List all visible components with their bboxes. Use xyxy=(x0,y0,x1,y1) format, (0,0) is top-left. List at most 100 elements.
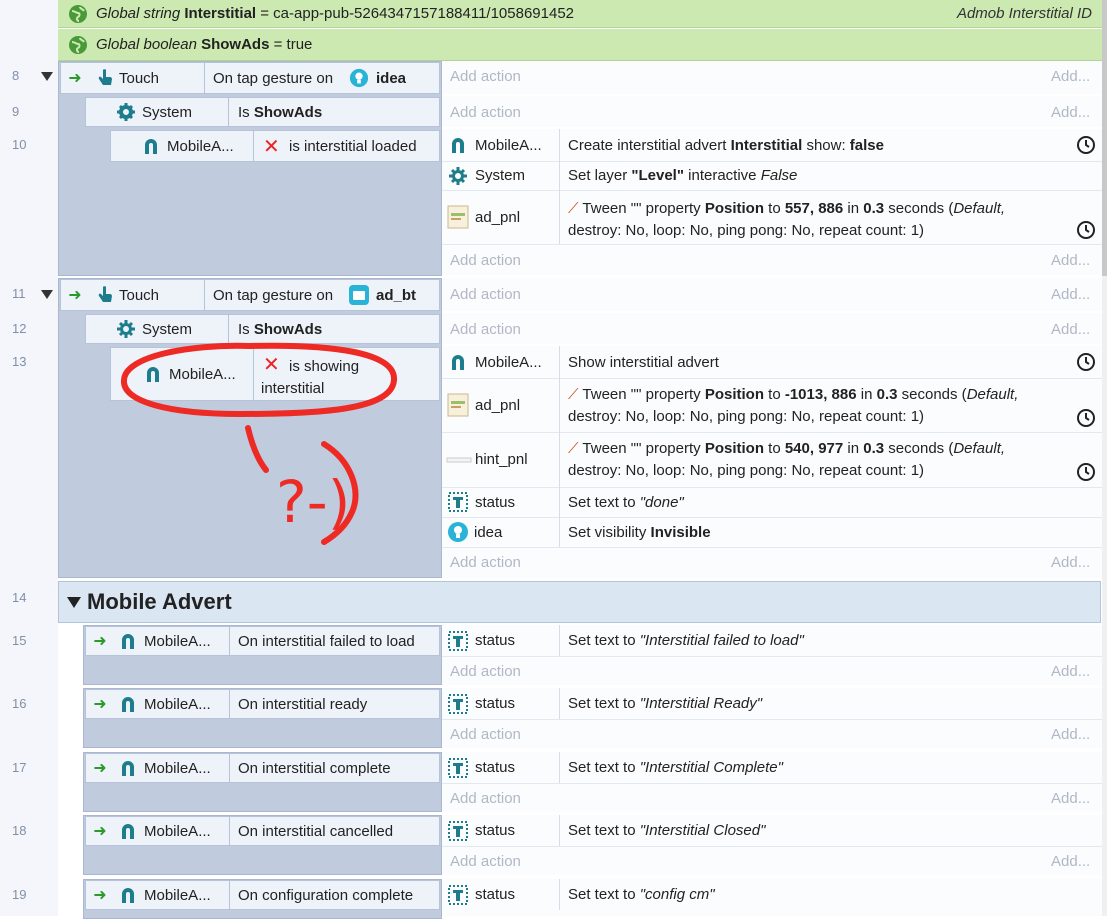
action-param: "done" xyxy=(639,493,684,511)
action-set-text-ready[interactable]: status Set text to "Interstitial Ready" xyxy=(442,688,1102,719)
condition-text: On tap gesture on xyxy=(213,286,334,304)
add-dots-link[interactable]: Add... xyxy=(1051,554,1090,571)
condition-variable: ShowAds xyxy=(253,103,323,121)
add-dots-link[interactable]: Add... xyxy=(1051,790,1090,807)
add-action-link[interactable]: Add action xyxy=(450,790,521,807)
action-tween-ad-pnl[interactable]: ad_pnl ⟋ Tween "" property Position to 5… xyxy=(442,190,1102,244)
add-dots-link[interactable]: Add... xyxy=(1051,726,1090,743)
action-tween-hint-pnl[interactable]: hint_pnl ⟋ Tween "" property Position to… xyxy=(442,432,1102,487)
action-text: Set text to xyxy=(568,632,636,649)
mobile-advert-icon xyxy=(118,758,138,778)
condition-text: On interstitial cancelled xyxy=(238,822,394,840)
global-variable-interstitial[interactable]: Global string Interstitial = ca-app-pub-… xyxy=(58,0,1102,28)
action-param: False xyxy=(760,167,798,184)
mobile-advert-icon xyxy=(118,694,138,714)
add-action-link[interactable]: Add action xyxy=(450,252,521,269)
add-action-link[interactable]: Add action xyxy=(450,853,521,870)
text-object-icon xyxy=(448,884,468,905)
add-dots-link[interactable]: Add... xyxy=(1051,252,1090,269)
action-text: seconds ( xyxy=(888,440,954,457)
row-number: 9 xyxy=(12,104,20,119)
condition-text: is interstitial loaded xyxy=(289,137,417,155)
action-param: Default, xyxy=(953,200,1006,217)
add-dots-link[interactable]: Add... xyxy=(1051,286,1090,303)
collapse-triangle-icon[interactable] xyxy=(41,72,53,81)
action-object: ad_pnl xyxy=(475,396,521,414)
add-dots-link[interactable]: Add... xyxy=(1051,853,1090,870)
condition-system-showads[interactable]: System Is ShowAds xyxy=(85,314,440,344)
add-action-link[interactable]: Add action xyxy=(450,68,521,85)
action-param: "Interstitial Ready" xyxy=(639,695,763,712)
group-mobile-advert[interactable]: Mobile Advert xyxy=(58,581,1101,623)
action-object: ad_pnl xyxy=(475,208,521,226)
action-param: 0.3 xyxy=(876,386,898,403)
condition-object: System xyxy=(142,320,193,338)
add-action-link[interactable]: Add action xyxy=(450,286,521,303)
condition-interstitial-cancelled[interactable]: ➜ MobileA... On interstitial cancelled xyxy=(85,816,440,846)
action-text: seconds ( xyxy=(901,386,967,403)
add-dots-link[interactable]: Add... xyxy=(1051,68,1090,85)
row-number: 17 xyxy=(12,760,27,775)
collapse-triangle-icon[interactable] xyxy=(67,596,81,608)
action-text: Set visibility xyxy=(568,523,647,541)
action-set-text-failed[interactable]: status Set text to "Interstitial failed … xyxy=(442,625,1102,656)
add-dots-link[interactable]: Add... xyxy=(1051,663,1090,680)
condition-object: MobileA... xyxy=(169,365,236,383)
mobile-advert-icon xyxy=(118,821,138,841)
action-set-layer-interactive[interactable]: System Set layer "Level" interactive Fal… xyxy=(442,161,1102,190)
condition-system-showads[interactable]: System Is ShowAds xyxy=(85,97,440,127)
action-text: seconds ( xyxy=(888,200,954,217)
condition-variable: ShowAds xyxy=(253,320,323,338)
condition-configuration-complete[interactable]: ➜ MobileA... On configuration complete xyxy=(85,880,440,910)
condition-mobileads-loaded[interactable]: MobileA... ✕ is interstitial loaded xyxy=(110,130,440,162)
action-param: 557, 886 xyxy=(784,200,844,217)
add-action-link[interactable]: Add action xyxy=(450,663,521,680)
global-name: Interstitial xyxy=(184,5,257,22)
add-action-link[interactable]: Add action xyxy=(450,554,521,571)
global-variable-showads[interactable]: Global boolean ShowAds = true xyxy=(58,29,1102,61)
condition-mobileads-showing[interactable]: MobileA... ✕ is showing interstitial xyxy=(110,347,440,401)
action-param: false xyxy=(849,136,884,154)
text-object-icon xyxy=(448,757,468,778)
action-text: Create interstitial advert xyxy=(568,136,727,154)
action-text: in xyxy=(847,200,860,217)
action-text: show: xyxy=(806,136,846,154)
action-create-interstitial[interactable]: MobileA... Create interstitial advert In… xyxy=(442,129,1102,161)
scrollbar-thumb[interactable] xyxy=(1102,0,1107,276)
add-action-link[interactable]: Add action xyxy=(450,726,521,743)
condition-object: Touch xyxy=(119,69,160,87)
add-dots-link[interactable]: Add... xyxy=(1051,104,1090,121)
action-set-text-complete[interactable]: status Set text to "Interstitial Complet… xyxy=(442,752,1102,783)
action-show-interstitial[interactable]: MobileA... Show interstitial advert xyxy=(442,346,1102,378)
condition-object: MobileA... xyxy=(144,695,211,713)
add-action-link[interactable]: Add action xyxy=(450,104,521,121)
condition-interstitial-failed[interactable]: ➜ MobileA... On interstitial failed to l… xyxy=(85,626,440,656)
action-object: status xyxy=(475,493,516,511)
condition-text: is showing xyxy=(289,358,360,375)
add-dots-link[interactable]: Add... xyxy=(1051,321,1090,338)
action-area xyxy=(442,61,1102,94)
condition-touch-tap-idea[interactable]: ➜ Touch On tap gesture on idea xyxy=(60,62,440,94)
condition-touch-tap-ad-bt[interactable]: ➜ Touch On tap gesture on ad_bt xyxy=(60,279,440,311)
global-type: Global string xyxy=(96,5,181,22)
condition-object: Touch xyxy=(119,286,160,304)
add-action-link[interactable]: Add action xyxy=(450,321,521,338)
action-set-text-closed[interactable]: status Set text to "Interstitial Closed" xyxy=(442,815,1102,846)
panel-sprite-icon xyxy=(447,393,469,417)
action-set-visibility-idea[interactable]: idea Set visibility Invisible xyxy=(442,517,1102,547)
condition-interstitial-complete[interactable]: ➜ MobileA... On interstitial complete xyxy=(85,753,440,783)
async-clock-icon xyxy=(1076,352,1096,372)
action-text-line2: destroy: No, loop: No, ping pong: No, re… xyxy=(568,462,925,479)
action-param: Default, xyxy=(953,440,1006,457)
action-tween-ad-pnl[interactable]: ad_pnl ⟋ Tween "" property Position to -… xyxy=(442,378,1102,432)
condition-interstitial-ready[interactable]: ➜ MobileA... On interstitial ready xyxy=(85,689,440,719)
action-param: "config cm" xyxy=(639,886,715,903)
condition-is: Is xyxy=(238,103,250,121)
condition-object: MobileA... xyxy=(144,822,211,840)
collapse-triangle-icon[interactable] xyxy=(41,290,53,299)
action-set-text-config[interactable]: status Set text to "config cm" xyxy=(442,879,1102,910)
action-param: Interstitial xyxy=(730,136,803,154)
action-object: hint_pnl xyxy=(475,451,528,468)
action-set-text-done[interactable]: status Set text to "done" xyxy=(442,487,1102,517)
action-text: Set text to xyxy=(568,822,636,839)
